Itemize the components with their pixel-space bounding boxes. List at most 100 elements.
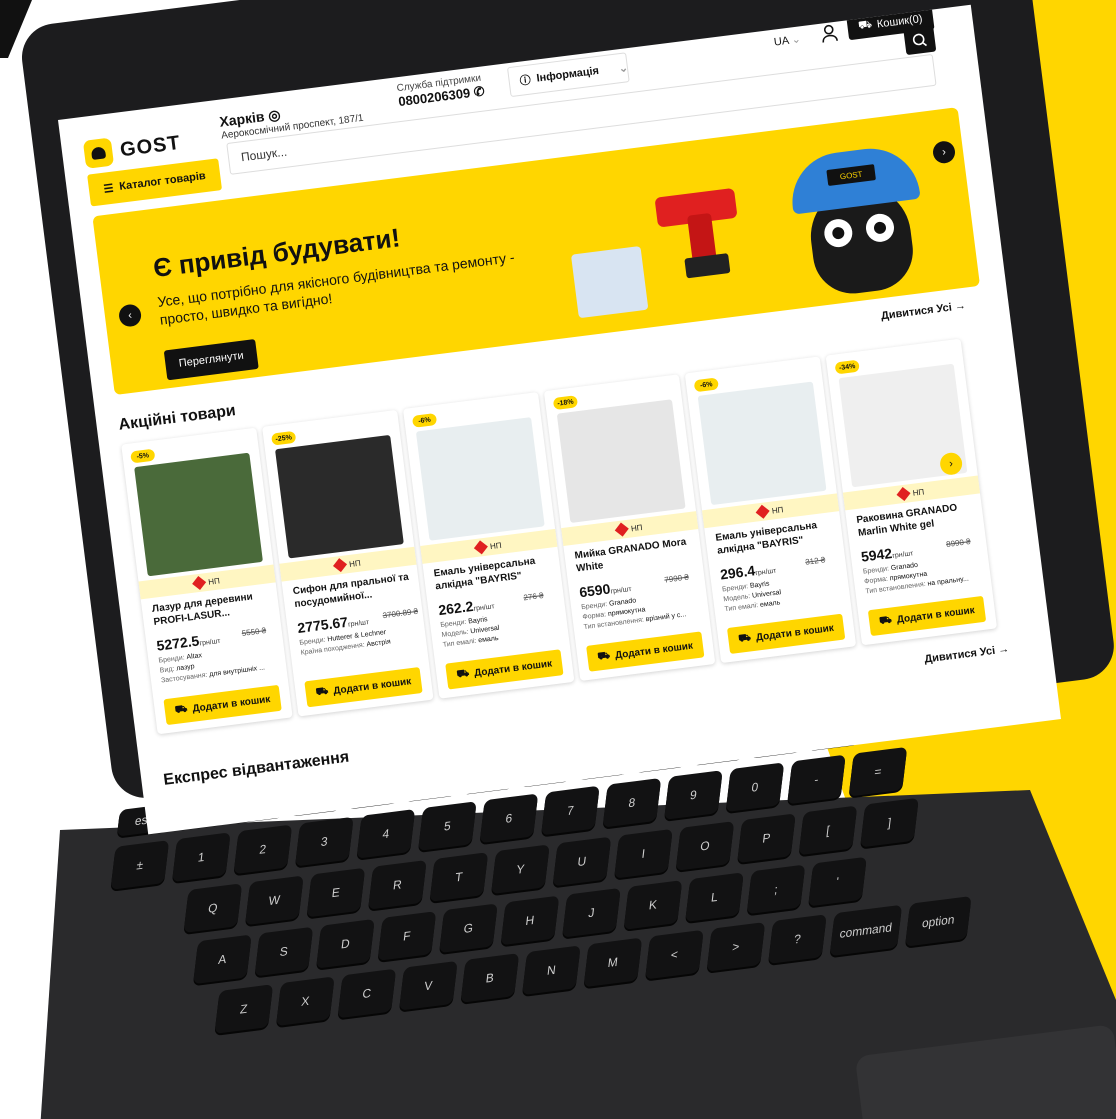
add-to-cart-button[interactable]: ⛟ Додати в кошик: [445, 649, 564, 690]
keyboard-key[interactable]: 0: [725, 762, 785, 813]
nova-poshta-icon: [896, 486, 911, 501]
cart-icon: ⛟: [315, 685, 329, 698]
keyboard-key[interactable]: 3: [295, 816, 354, 867]
keyboard-key[interactable]: S: [254, 926, 314, 977]
keyboard-key[interactable]: 5: [418, 801, 477, 851]
keyboard-key[interactable]: W: [245, 875, 304, 926]
keyboard-key[interactable]: Q: [183, 883, 243, 934]
keyboard-key[interactable]: P: [737, 813, 796, 864]
product-card[interactable]: -34% НП Раковина GRANADO Marlin White gel 5…: [825, 338, 998, 646]
product-image[interactable]: [274, 434, 404, 559]
banner-cta-button[interactable]: Переглянути: [163, 339, 259, 381]
support[interactable]: Служба підтримки 0800206309 ✆: [396, 72, 486, 110]
old-price: 5550 ₴: [241, 625, 267, 638]
cart-icon: ⛟: [878, 613, 893, 627]
keyboard-key[interactable]: X: [275, 976, 335, 1027]
logo-icon: [82, 137, 115, 169]
arrow-right-icon: →: [954, 299, 967, 314]
add-to-cart-button[interactable]: ⛟ Додати в кошик: [867, 595, 987, 637]
keyboard-key[interactable]: J: [562, 887, 621, 938]
keyboard-key[interactable]: ?: [768, 914, 827, 964]
nova-poshta-icon: [192, 575, 207, 590]
banner-prev-arrow[interactable]: ‹: [117, 303, 143, 328]
logo-text: GOST: [118, 131, 182, 161]
keyboard-key[interactable]: V: [399, 960, 458, 1011]
product-card[interactable]: -18% НП Мийка GRANADO Mora White 6590грн/шт…: [543, 374, 716, 681]
discount-badge: -5%: [130, 448, 156, 464]
product-image[interactable]: [556, 399, 686, 523]
keyboard-key[interactable]: O: [675, 821, 735, 871]
product-card[interactable]: -5% НП Лазур для деревини PROFI-LASUR... 52…: [121, 427, 293, 735]
keyboard-key[interactable]: ±: [110, 840, 170, 890]
keyboard-key[interactable]: D: [316, 918, 375, 969]
user-icon[interactable]: [820, 24, 839, 44]
cart-icon: ⛟: [455, 667, 470, 680]
keyboard-key[interactable]: 7: [541, 785, 600, 836]
search-placeholder: Пошук...: [240, 144, 288, 165]
cart-icon: ⛟: [737, 631, 752, 645]
add-to-cart-button[interactable]: ⛟ Додати в кошик: [726, 613, 846, 654]
browser-screen: GOST Харків ◎ Аерокосмічний проспект, 18…: [58, 4, 1061, 835]
keyboard-key[interactable]: I: [614, 828, 673, 879]
keyboard-key[interactable]: Z: [214, 984, 274, 1034]
keyboard-key[interactable]: 2: [233, 824, 293, 875]
keyboard-key[interactable]: N: [522, 945, 581, 996]
keyboard-key[interactable]: >: [706, 922, 766, 972]
banner-next-arrow[interactable]: ›: [931, 139, 957, 165]
product-image[interactable]: [415, 417, 545, 541]
keyboard-key[interactable]: A: [193, 934, 252, 985]
info-label: Інформація: [535, 64, 600, 85]
cart-icon: ⛟: [596, 649, 611, 663]
keyboard-key[interactable]: 9: [664, 770, 723, 820]
option-key[interactable]: option: [904, 895, 972, 947]
keyboard-key[interactable]: ': [808, 856, 867, 907]
chevron-right-icon: ›: [948, 457, 954, 470]
keyboard-key[interactable]: ;: [746, 864, 806, 915]
keyboard-key[interactable]: T: [429, 852, 489, 902]
see-all-link-top[interactable]: Дивитися Усі →: [880, 300, 966, 323]
keyboard-key[interactable]: 8: [602, 777, 662, 828]
keyboard-key[interactable]: -: [787, 754, 846, 805]
see-all-link-bottom[interactable]: Дивитися Усі →: [924, 643, 1010, 666]
old-price: 8990 ₴: [945, 536, 972, 549]
command-key[interactable]: command: [829, 904, 903, 957]
add-to-cart-button[interactable]: ⛟ Додати в кошик: [304, 667, 423, 708]
mascot-image: GOST: [780, 134, 938, 300]
scene: escF1F2F3F4F5F6F7F8F9F10F11F12±123456789…: [0, 0, 1116, 1119]
search-icon: [912, 33, 928, 47]
discount-badge: -34%: [834, 359, 860, 375]
nova-poshta-icon: [755, 504, 770, 519]
keyboard-key[interactable]: C: [337, 968, 397, 1019]
keyboard-key[interactable]: 1: [171, 832, 231, 883]
keyboard-key[interactable]: 6: [479, 793, 539, 844]
discount-badge: -6%: [693, 377, 719, 393]
keyboard-key[interactable]: [: [798, 805, 858, 856]
keyboard-key[interactable]: K: [623, 880, 683, 930]
product-image[interactable]: [134, 452, 263, 577]
keyboard-key[interactable]: E: [306, 867, 366, 918]
keyboard-key[interactable]: L: [685, 872, 744, 923]
product-image[interactable]: [697, 381, 827, 506]
drill-image: [653, 179, 755, 289]
keyboard-key[interactable]: =: [848, 746, 908, 797]
add-to-cart-button[interactable]: ⛟ Додати в кошик: [586, 631, 705, 672]
old-price: 312 ₴: [804, 555, 826, 567]
logo[interactable]: GOST: [82, 129, 182, 169]
cart-icon: ⛟: [857, 18, 873, 32]
keyboard-key[interactable]: U: [552, 836, 612, 887]
language-selector[interactable]: UA ⌄: [773, 32, 801, 48]
add-to-cart-button[interactable]: ⛟ Додати в кошик: [163, 684, 282, 726]
keyboard-key[interactable]: B: [460, 953, 520, 1003]
search-button[interactable]: [903, 25, 937, 56]
keyboard-key[interactable]: R: [368, 859, 427, 910]
keyboard-key[interactable]: F: [377, 911, 437, 961]
keyboard-key[interactable]: H: [500, 895, 560, 946]
keyboard-key[interactable]: M: [583, 937, 643, 988]
keyboard-key[interactable]: <: [645, 929, 704, 980]
nova-poshta-icon: [333, 558, 348, 573]
keyboard-key[interactable]: Y: [491, 844, 550, 895]
keyboard-key[interactable]: ]: [860, 797, 919, 848]
keyboard-key[interactable]: 4: [356, 808, 416, 859]
keyboard-key[interactable]: G: [439, 903, 498, 954]
product-price: 6590грн/шт: [578, 580, 633, 601]
